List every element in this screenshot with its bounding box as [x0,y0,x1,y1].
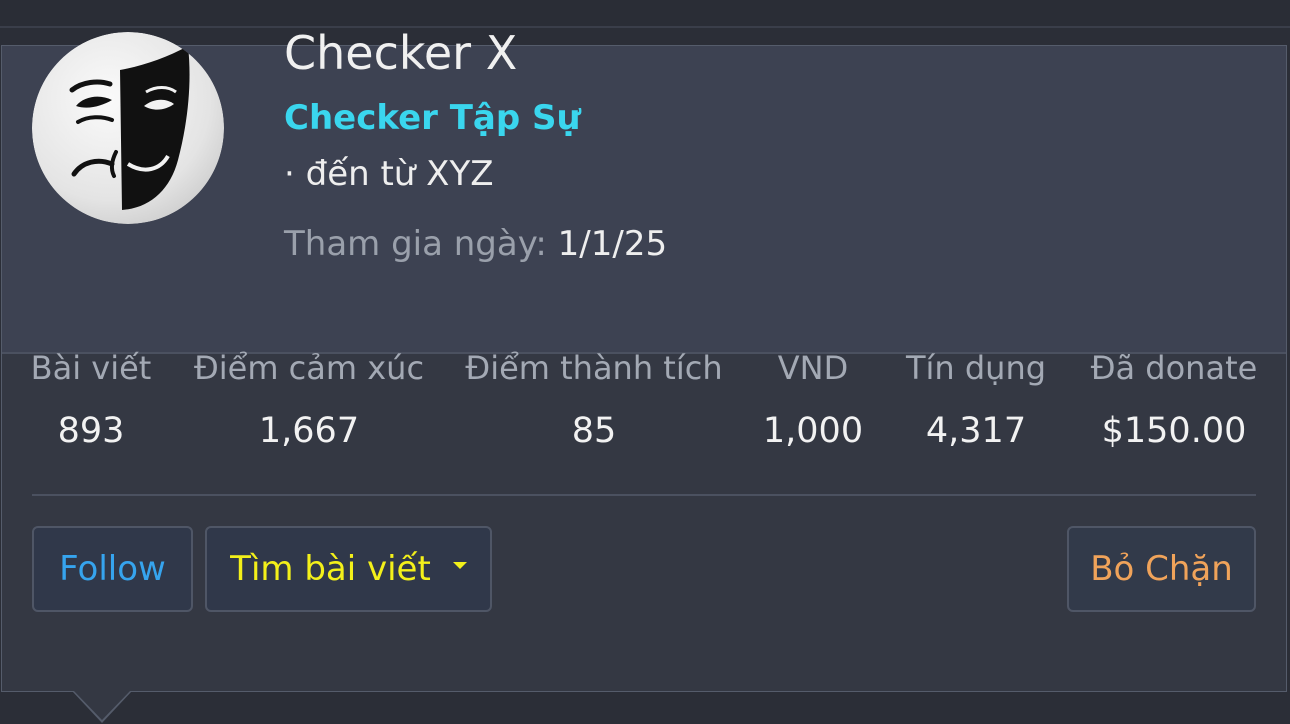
stat-value: 1,667 [258,411,360,451]
stat-vnd: VND 1,000 [763,348,863,452]
stat-value: 85 [571,411,617,451]
follow-button-label: Follow [59,549,166,589]
join-date-value: 1/1/25 [557,224,668,264]
stat-label: Đã donate [1090,349,1258,387]
stat-trophy-points[interactable]: Điểm thành tích 85 [465,348,722,452]
caret-down-icon [452,561,467,569]
find-posts-button-label: Tìm bài viết [230,549,431,589]
user-location: · đến từ XYZ [284,154,494,194]
stat-label: Điểm thành tích [465,349,723,387]
stat-label: Bài viết [30,349,152,387]
stat-value: $150.00 [1101,411,1247,451]
avatar[interactable] [32,32,224,224]
unblock-button[interactable]: Bỏ Chặn [1067,526,1256,612]
stat-value: 893 [57,411,125,451]
stat-posts[interactable]: Bài viết 893 [31,348,152,452]
find-posts-button[interactable]: Tìm bài viết [205,526,492,612]
username[interactable]: Checker X [284,26,517,80]
unblock-button-label: Bỏ Chặn [1090,549,1233,589]
user-title: Checker Tập Sự [284,98,581,138]
tooltip-pointer-fill [73,690,131,720]
theater-mask-icon [32,32,224,224]
top-bar [0,0,1290,28]
join-date: Tham gia ngày: 1/1/25 [284,224,667,264]
follow-button[interactable]: Follow [32,526,193,612]
stat-label: Điểm cảm xúc [193,349,425,387]
stat-label: Tín dụng [905,349,1047,387]
divider [32,494,1256,496]
stat-reaction-score[interactable]: Điểm cảm xúc 1,667 [194,348,424,452]
join-date-label: Tham gia ngày: [284,224,547,264]
stat-value: 4,317 [925,411,1027,451]
stat-credits: Tín dụng 4,317 [906,348,1046,452]
stat-donated: Đã donate $150.00 [1091,348,1258,452]
stat-value: 1,000 [762,411,864,451]
stat-label: VND [777,349,849,387]
